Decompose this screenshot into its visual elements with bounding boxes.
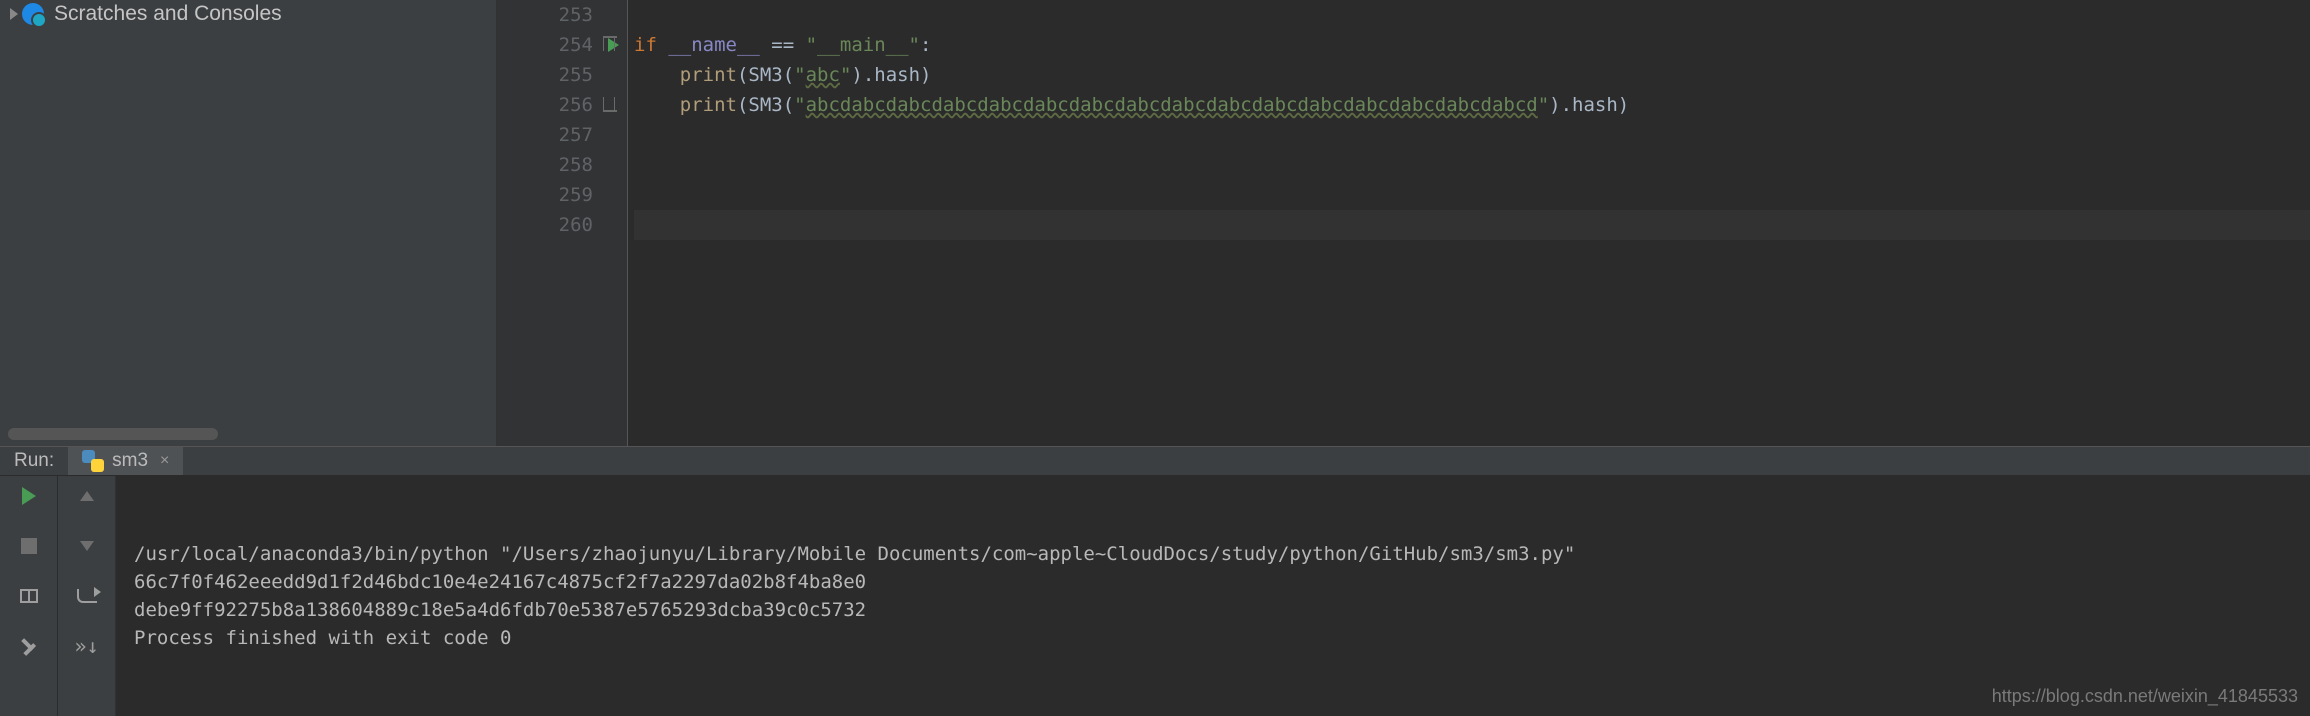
run-toolbar-primary: [0, 476, 58, 716]
tree-item-scratches[interactable]: Scratches and Consoles: [0, 0, 496, 28]
watermark: https://blog.csdn.net/weixin_41845533: [1992, 682, 2298, 710]
arrow-down-icon: [80, 541, 94, 551]
line-number[interactable]: 258: [497, 150, 593, 180]
line-number[interactable]: 260: [497, 210, 593, 240]
code-line[interactable]: [634, 210, 2310, 240]
run-label: Run:: [0, 447, 68, 475]
arrow-up-icon: [80, 491, 94, 501]
layout-icon: [20, 589, 38, 603]
rerun-button[interactable]: [17, 484, 41, 508]
line-number[interactable]: 255: [497, 60, 593, 90]
line-number[interactable]: 254: [497, 30, 593, 60]
down-button[interactable]: [75, 534, 99, 558]
layout-button[interactable]: [17, 584, 41, 608]
run-tab[interactable]: sm3 ×: [68, 447, 183, 475]
play-icon: [22, 487, 36, 505]
line-number[interactable]: 256: [497, 90, 593, 120]
line-number[interactable]: 253: [497, 0, 593, 30]
pin-icon: [16, 633, 41, 658]
soft-wrap-button[interactable]: [75, 584, 99, 608]
code-line[interactable]: [634, 120, 2310, 150]
console-output[interactable]: /usr/local/anaconda3/bin/python "/Users/…: [116, 476, 2310, 716]
python-icon: [82, 450, 104, 472]
chevron-right-icon: [10, 8, 18, 20]
scratches-icon: [22, 3, 44, 25]
code-area[interactable]: if __name__ == "__main__": print(SM3("ab…: [627, 0, 2310, 446]
wrap-icon: [77, 589, 97, 603]
fold-icon[interactable]: [603, 37, 615, 51]
code-editor[interactable]: 253254255256257258259260 if __name__ == …: [497, 0, 2310, 446]
close-icon[interactable]: ×: [160, 452, 169, 470]
run-tab-bar: Run: sm3 ×: [0, 447, 2310, 476]
run-tool-window: Run: sm3 × »↓ /usr/local/anaconda3/bin/p…: [0, 446, 2310, 716]
code-line[interactable]: [634, 0, 2310, 30]
project-tool-window[interactable]: Scratches and Consoles: [0, 0, 497, 446]
code-line[interactable]: print(SM3("abc").hash): [634, 60, 2310, 90]
code-line[interactable]: print(SM3("abcdabcdabcdabcdabcdabcdabcda…: [634, 90, 2310, 120]
scroll-to-end-button[interactable]: »↓: [75, 634, 99, 658]
horizontal-scrollbar[interactable]: [8, 428, 218, 440]
scroll-end-icon: »↓: [74, 639, 98, 653]
up-button[interactable]: [75, 484, 99, 508]
run-tab-name: sm3: [112, 450, 148, 472]
code-line[interactable]: [634, 180, 2310, 210]
run-toolbar-secondary: »↓: [58, 476, 116, 716]
console-line: Process finished with exit code 0: [134, 624, 2292, 652]
tree-item-label: Scratches and Consoles: [54, 2, 282, 26]
code-line[interactable]: [634, 150, 2310, 180]
stop-button[interactable]: [17, 534, 41, 558]
console-line: debe9ff92275b8a138604889c18e5a4d6fdb70e5…: [134, 596, 2292, 624]
console-line: /usr/local/anaconda3/bin/python "/Users/…: [134, 540, 2292, 568]
run-body: »↓ /usr/local/anaconda3/bin/python "/Use…: [0, 476, 2310, 716]
code-line[interactable]: if __name__ == "__main__":: [634, 30, 2310, 60]
console-line: 66c7f0f462eeedd9d1f2d46bdc10e4e24167c487…: [134, 568, 2292, 596]
fold-icon[interactable]: [603, 97, 615, 111]
pin-button[interactable]: [17, 634, 41, 658]
editor-section: Scratches and Consoles 25325425525625725…: [0, 0, 2310, 446]
line-number[interactable]: 259: [497, 180, 593, 210]
stop-icon: [21, 538, 37, 554]
editor-gutter[interactable]: 253254255256257258259260: [497, 0, 627, 446]
line-number[interactable]: 257: [497, 120, 593, 150]
